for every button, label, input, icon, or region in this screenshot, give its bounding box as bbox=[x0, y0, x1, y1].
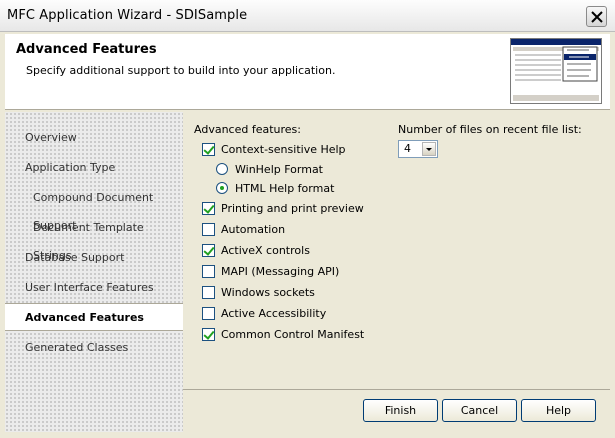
html-help-format-radio[interactable] bbox=[216, 182, 228, 194]
active-accessibility-checkbox[interactable] bbox=[202, 306, 215, 320]
windows-sockets-option[interactable]: Windows sockets bbox=[202, 284, 315, 300]
nav-item-application-type[interactable]: Application Type bbox=[5, 154, 183, 182]
mapi-option[interactable]: MAPI (Messaging API) bbox=[202, 263, 339, 279]
advanced-features-label: Advanced features: bbox=[194, 123, 301, 136]
winhelp-format-label: WinHelp Format bbox=[235, 162, 323, 176]
close-button[interactable] bbox=[586, 6, 607, 27]
context-sensitive-help-label: Context-sensitive Help bbox=[221, 142, 346, 156]
recent-files-dropdown[interactable]: 4 bbox=[398, 140, 438, 158]
windows-sockets-checkbox[interactable] bbox=[202, 285, 215, 299]
common-control-manifest-option[interactable]: Common Control Manifest bbox=[202, 326, 364, 342]
active-accessibility-option[interactable]: Active Accessibility bbox=[202, 305, 326, 321]
nav-item-compound-document-support[interactable]: Compound Document Support bbox=[5, 184, 183, 232]
printing-checkbox[interactable] bbox=[202, 201, 215, 215]
chevron-down-icon[interactable] bbox=[422, 142, 436, 156]
options-panel: Advanced features: Context-sensitive Hel… bbox=[183, 112, 610, 390]
context-sensitive-help-option[interactable]: Context-sensitive Help bbox=[202, 141, 346, 157]
automation-checkbox[interactable] bbox=[202, 222, 215, 236]
html-help-format-option[interactable]: HTML Help format bbox=[216, 180, 334, 196]
context-sensitive-help-checkbox[interactable] bbox=[202, 142, 215, 156]
nav-item-overview[interactable]: Overview bbox=[5, 124, 183, 152]
winhelp-format-radio[interactable] bbox=[216, 163, 228, 175]
html-help-format-label: HTML Help format bbox=[235, 181, 335, 195]
nav-item-database-support[interactable]: Database Support bbox=[5, 244, 183, 272]
title-bar: MFC Application Wizard - SDISample bbox=[0, 0, 615, 32]
app-window-thumbnail-icon bbox=[511, 39, 601, 101]
automation-label: Automation bbox=[221, 222, 286, 236]
activex-controls-label: ActiveX controls bbox=[221, 243, 310, 257]
nav-item-advanced-features[interactable]: Advanced Features bbox=[5, 303, 183, 331]
winhelp-format-option[interactable]: WinHelp Format bbox=[216, 161, 323, 177]
mapi-label: MAPI (Messaging API) bbox=[221, 264, 340, 278]
mapi-checkbox[interactable] bbox=[202, 264, 215, 278]
activex-controls-option[interactable]: ActiveX controls bbox=[202, 242, 310, 258]
header-panel: Advanced Features Specify additional sup… bbox=[5, 34, 610, 110]
wizard-navigation: Overview Application Type Compound Docum… bbox=[5, 112, 183, 432]
automation-option[interactable]: Automation bbox=[202, 221, 285, 237]
windows-sockets-label: Windows sockets bbox=[221, 285, 315, 299]
active-accessibility-label: Active Accessibility bbox=[221, 306, 327, 320]
nav-item-generated-classes[interactable]: Generated Classes bbox=[5, 334, 183, 362]
page-subtitle: Specify additional support to build into… bbox=[26, 64, 336, 77]
recent-files-value: 4 bbox=[404, 142, 411, 155]
printing-option[interactable]: Printing and print preview bbox=[202, 200, 364, 216]
window-title: MFC Application Wizard - SDISample bbox=[7, 8, 248, 23]
nav-item-document-template-strings[interactable]: Document Template Strings bbox=[5, 214, 183, 262]
close-icon bbox=[591, 11, 603, 23]
help-button[interactable]: Help bbox=[521, 399, 596, 422]
activex-controls-checkbox[interactable] bbox=[202, 243, 215, 257]
wizard-preview-image bbox=[510, 38, 602, 104]
finish-button[interactable]: Finish bbox=[363, 399, 438, 422]
recent-files-label: Number of files on recent file list: bbox=[398, 123, 582, 136]
page-title: Advanced Features bbox=[16, 42, 157, 57]
nav-item-user-interface-features[interactable]: User Interface Features bbox=[5, 274, 183, 302]
common-control-manifest-label: Common Control Manifest bbox=[221, 327, 365, 341]
printing-label: Printing and print preview bbox=[221, 201, 364, 215]
cancel-button[interactable]: Cancel bbox=[442, 399, 517, 422]
common-control-manifest-checkbox[interactable] bbox=[202, 327, 215, 341]
